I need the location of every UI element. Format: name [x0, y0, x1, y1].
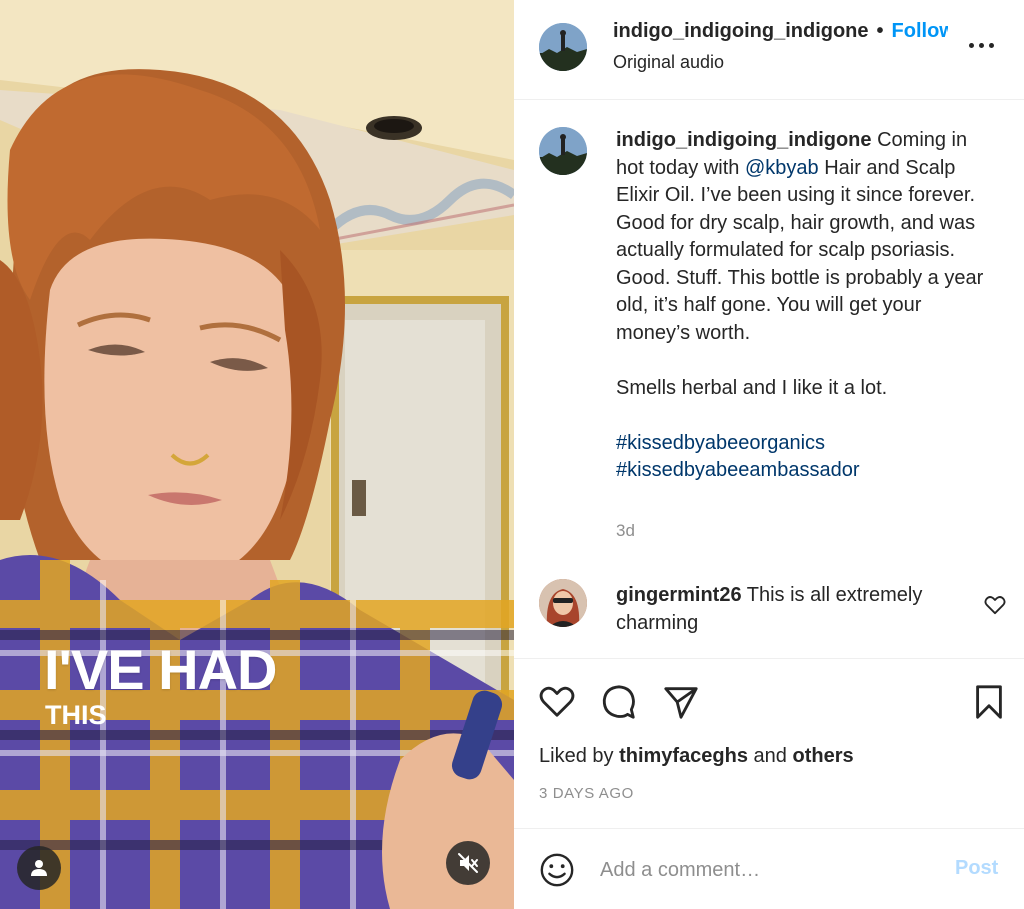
comment-input[interactable]	[600, 855, 920, 885]
caption-author-avatar[interactable]	[539, 127, 587, 175]
more-dot	[989, 42, 994, 48]
comment-item: gingermint26 This is all extremely charm…	[616, 581, 966, 637]
audio-link[interactable]: Original audio	[613, 52, 724, 73]
video-frame	[0, 0, 514, 909]
caption-text-2: Hair and Scalp Elixir Oil. I’ve been usi…	[616, 156, 984, 344]
liked-by-others-link[interactable]: others	[792, 745, 853, 767]
post-details-panel: indigo_indigoing_indigone • Follow Origina…	[514, 0, 1024, 909]
caption-text-3: Smells herbal and I like it a lot.	[616, 376, 888, 399]
user-icon	[31, 860, 47, 876]
mention-link[interactable]: @kbyab	[745, 157, 819, 179]
add-comment-bar: Post	[514, 828, 1024, 909]
video-caption-large: I'VE HAD	[44, 638, 277, 701]
more-dot	[969, 42, 974, 48]
author-line: indigo_indigoing_indigone • Follow	[613, 20, 948, 43]
likes-summary: Liked by thimyfaceghs and others	[539, 745, 854, 768]
follow-button[interactable]: Follow	[892, 20, 948, 42]
commenter-avatar[interactable]	[539, 579, 587, 627]
tagged-users-button[interactable]	[17, 846, 61, 890]
post-actions: Liked by thimyfaceghs and others 3 DAYS …	[514, 658, 1024, 828]
liked-by-and: and	[748, 745, 793, 767]
comment-bubble-icon[interactable]	[600, 683, 638, 721]
next-comment-peek	[616, 649, 620, 658]
bookmark-icon[interactable]	[970, 683, 1008, 721]
liked-by-prefix: Liked by	[539, 745, 620, 767]
separator-dot: •	[876, 20, 884, 42]
caption-username-link[interactable]: indigo_indigoing_indigone	[616, 129, 872, 151]
avatar-image	[539, 127, 587, 175]
post-date[interactable]: 3 DAYS AGO	[539, 785, 634, 802]
commenter-username-link[interactable]: gingermint26	[616, 584, 742, 606]
heart-icon[interactable]	[538, 683, 576, 721]
share-paper-plane-icon[interactable]	[662, 683, 700, 721]
post-comment-button[interactable]: Post	[955, 857, 998, 880]
caption-timestamp[interactable]: 3d	[616, 521, 635, 541]
author-avatar[interactable]	[539, 23, 587, 71]
post-caption: indigo_indigoing_indigone Coming in hot …	[616, 127, 996, 485]
mute-toggle-button[interactable]	[446, 841, 490, 885]
author-username-link[interactable]: indigo_indigoing_indigone	[613, 20, 869, 42]
more-dot	[979, 42, 984, 48]
emoji-icon[interactable]	[538, 851, 576, 889]
hashtag-link[interactable]: #kissedbyabeeorganics	[616, 432, 825, 454]
avatar-image	[539, 579, 587, 627]
video-player[interactable]: I'VE HAD THIS	[0, 0, 514, 909]
hashtag-link[interactable]: #kissedbyabeeambassador	[616, 459, 860, 481]
comments-list[interactable]: indigo_indigoing_indigone Coming in hot …	[514, 101, 1024, 658]
speaker-muted-icon	[458, 853, 478, 873]
liked-by-user-link[interactable]: thimyfaceghs	[619, 745, 748, 767]
post-header: indigo_indigoing_indigone • Follow Origina…	[514, 0, 1024, 100]
more-options-button[interactable]	[969, 38, 999, 52]
video-caption-small: THIS	[45, 700, 107, 730]
avatar-image	[539, 23, 587, 71]
comment-heart-icon[interactable]	[984, 595, 1006, 615]
